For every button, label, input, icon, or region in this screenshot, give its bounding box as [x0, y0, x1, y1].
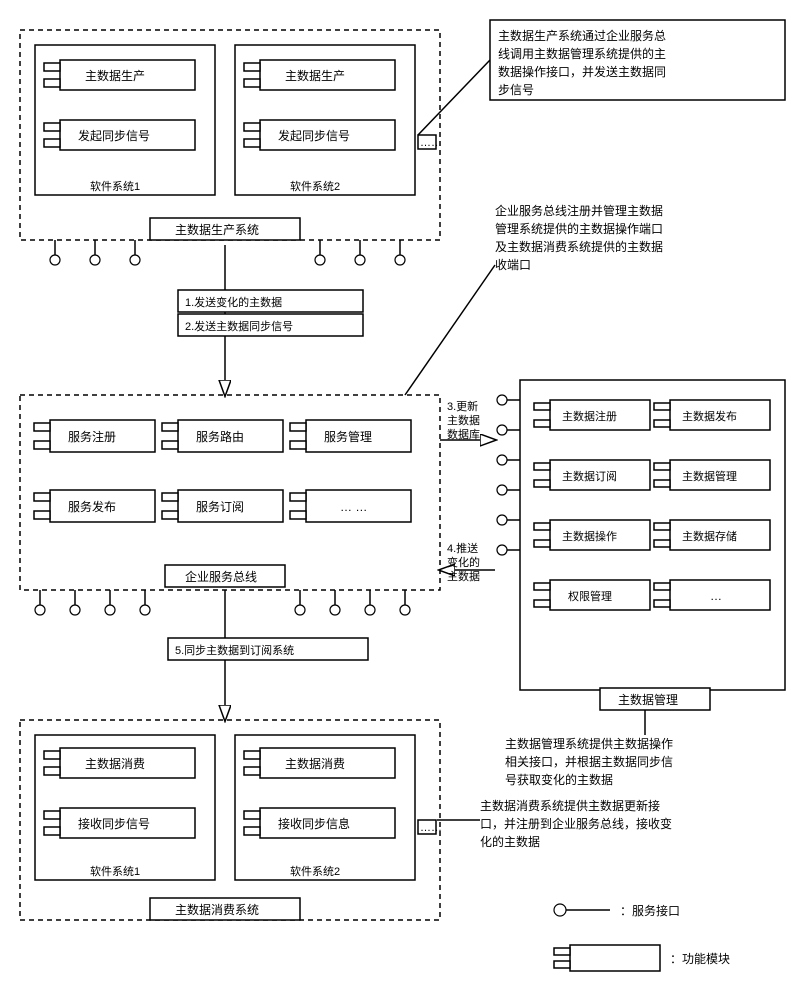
module-cons-s1-m2: 接收同步信号 — [44, 808, 195, 838]
svg-text:主数据存储: 主数据存储 — [682, 529, 737, 543]
module-mdm-7: 权限管理 — [534, 580, 650, 610]
producer-sys2-label: 软件系统2 — [290, 179, 340, 193]
architecture-diagram: 软件系统1 软件系统2 主数据生产系统 …… 主数据生产 发起同步信号 主数据生… — [0, 0, 800, 1000]
svg-text:及主数据消费系统提供的主数据: 及主数据消费系统提供的主数据 — [495, 239, 663, 254]
svg-text:主数据消费: 主数据消费 — [285, 756, 345, 771]
svg-text:接收同步信息: 接收同步信息 — [278, 816, 350, 831]
svg-text:服务订阅: 服务订阅 — [196, 499, 244, 514]
svg-text:步信号: 步信号 — [498, 83, 534, 97]
note-2-connector — [405, 265, 495, 395]
consumer-sys1-label: 软件系统1 — [90, 864, 140, 878]
iface-pins-esb — [35, 590, 410, 615]
svg-text:主数据消费: 主数据消费 — [85, 756, 145, 771]
flow-3-l3: 数据库 — [447, 427, 480, 441]
svg-text:服务管理: 服务管理 — [324, 429, 372, 444]
module-mdm-8: … — [654, 580, 770, 610]
svg-text:…: … — [710, 589, 722, 603]
svg-text:相关接口，并根据主数据同步信: 相关接口，并根据主数据同步信 — [505, 754, 673, 769]
flow-2-label: 2.发送主数据同步信号 — [185, 319, 293, 333]
legend-iface: ：服务接口 — [620, 903, 680, 918]
module-mdm-2: 主数据发布 — [654, 400, 770, 430]
module-esb-3: 服务管理 — [290, 420, 411, 452]
module-prod-s1-m1: 主数据生产 — [44, 60, 195, 90]
svg-text:主数据发布: 主数据发布 — [682, 409, 737, 423]
svg-text:企业服务总线注册并管理主数据: 企业服务总线注册并管理主数据 — [495, 203, 663, 218]
svg-text:主数据操作: 主数据操作 — [562, 529, 617, 543]
module-esb-2: 服务路由 — [162, 420, 283, 452]
module-esb-6: … … — [290, 490, 411, 522]
module-mdm-6: 主数据存储 — [654, 520, 770, 550]
producer-title: 主数据生产系统 — [175, 222, 259, 237]
svg-text:化的主数据: 化的主数据 — [480, 834, 540, 849]
svg-text:发起同步信号: 发起同步信号 — [278, 128, 350, 143]
module-mdm-1: 主数据注册 — [534, 400, 650, 430]
svg-text:服务发布: 服务发布 — [68, 499, 116, 514]
svg-text:主数据管理系统提供主数据操作: 主数据管理系统提供主数据操作 — [505, 736, 673, 751]
module-prod-s2-m1: 主数据生产 — [244, 60, 395, 90]
note-3: 主数据管理系统提供主数据操作 相关接口，并根据主数据同步信 号获取变化的主数据 — [505, 736, 673, 787]
producer-sys1-label: 软件系统1 — [90, 179, 140, 193]
svg-text:主数据生产: 主数据生产 — [285, 68, 345, 83]
svg-text:主数据订阅: 主数据订阅 — [562, 469, 617, 483]
svg-text:主数据消费系统提供主数据更新接: 主数据消费系统提供主数据更新接 — [480, 798, 660, 813]
svg-text:服务注册: 服务注册 — [68, 429, 116, 444]
note-2: 企业服务总线注册并管理主数据 管理系统提供的主数据操作端口 及主数据消费系统提供… — [495, 203, 663, 272]
iface-pins-producer — [50, 240, 405, 265]
module-esb-5: 服务订阅 — [162, 490, 283, 522]
note-1-connector — [418, 60, 490, 135]
module-cons-s1-m1: 主数据消费 — [44, 748, 195, 778]
consumer-sys2-label: 软件系统2 — [290, 864, 340, 878]
svg-text:主数据生产系统通过企业服务总: 主数据生产系统通过企业服务总 — [498, 28, 666, 43]
svg-text:号获取变化的主数据: 号获取变化的主数据 — [505, 772, 613, 787]
ellipsis-icon: …… — [420, 822, 442, 834]
flow-3-l1: 3.更新 — [447, 399, 478, 413]
module-mdm-3: 主数据订阅 — [534, 460, 650, 490]
consumer-title: 主数据消费系统 — [175, 902, 259, 917]
svg-text:权限管理: 权限管理 — [568, 589, 612, 603]
svg-text:发起同步信号: 发起同步信号 — [78, 128, 150, 143]
flow-3-l2: 主数据 — [447, 413, 480, 427]
flow-4-l1: 4.推送 — [447, 541, 478, 555]
svg-text:口，并注册到企业服务总线，接收变: 口，并注册到企业服务总线，接收变 — [480, 816, 672, 831]
flow-1-label: 1.发送变化的主数据 — [185, 295, 282, 309]
flow-4-l3: 主数据 — [447, 569, 480, 583]
module-prod-s2-m2: 发起同步信号 — [244, 120, 395, 150]
note-4: 主数据消费系统提供主数据更新接 口，并注册到企业服务总线，接收变 化的主数据 — [480, 798, 672, 849]
svg-text:接收同步信号: 接收同步信号 — [78, 816, 150, 831]
svg-text:数据操作接口，并发送主数据同: 数据操作接口，并发送主数据同 — [498, 64, 666, 79]
ellipsis-icon: …… — [420, 137, 442, 149]
svg-text:服务路由: 服务路由 — [196, 429, 244, 444]
module-mdm-4: 主数据管理 — [654, 460, 770, 490]
svg-text:… …: … … — [340, 500, 367, 514]
module-esb-1: 服务注册 — [34, 420, 155, 452]
module-prod-s1-m2: 发起同步信号 — [44, 120, 195, 150]
module-mdm-5: 主数据操作 — [534, 520, 650, 550]
svg-text:收端口: 收端口 — [495, 258, 531, 272]
iface-pins-mdm — [497, 395, 520, 555]
legend: ：服务接口 ：功能模块 — [554, 903, 730, 971]
module-cons-s2-m1: 主数据消费 — [244, 748, 395, 778]
svg-text:主数据管理: 主数据管理 — [682, 469, 737, 483]
flow-5-label: 5.同步主数据到订阅系统 — [175, 643, 294, 657]
mdm-title: 主数据管理 — [618, 692, 678, 707]
esb-title: 企业服务总线 — [185, 569, 257, 584]
module-esb-4: 服务发布 — [34, 490, 155, 522]
svg-text:主数据生产: 主数据生产 — [85, 68, 145, 83]
legend-module: ：功能模块 — [670, 952, 730, 966]
svg-text:线调用主数据管理系统提供的主: 线调用主数据管理系统提供的主 — [498, 46, 666, 61]
svg-text:主数据注册: 主数据注册 — [562, 409, 617, 423]
svg-text:管理系统提供的主数据操作端口: 管理系统提供的主数据操作端口 — [495, 221, 663, 236]
module-cons-s2-m2: 接收同步信息 — [244, 808, 395, 838]
flow-4-l2: 变化的 — [447, 555, 480, 569]
lollipop-icon — [50, 240, 60, 265]
